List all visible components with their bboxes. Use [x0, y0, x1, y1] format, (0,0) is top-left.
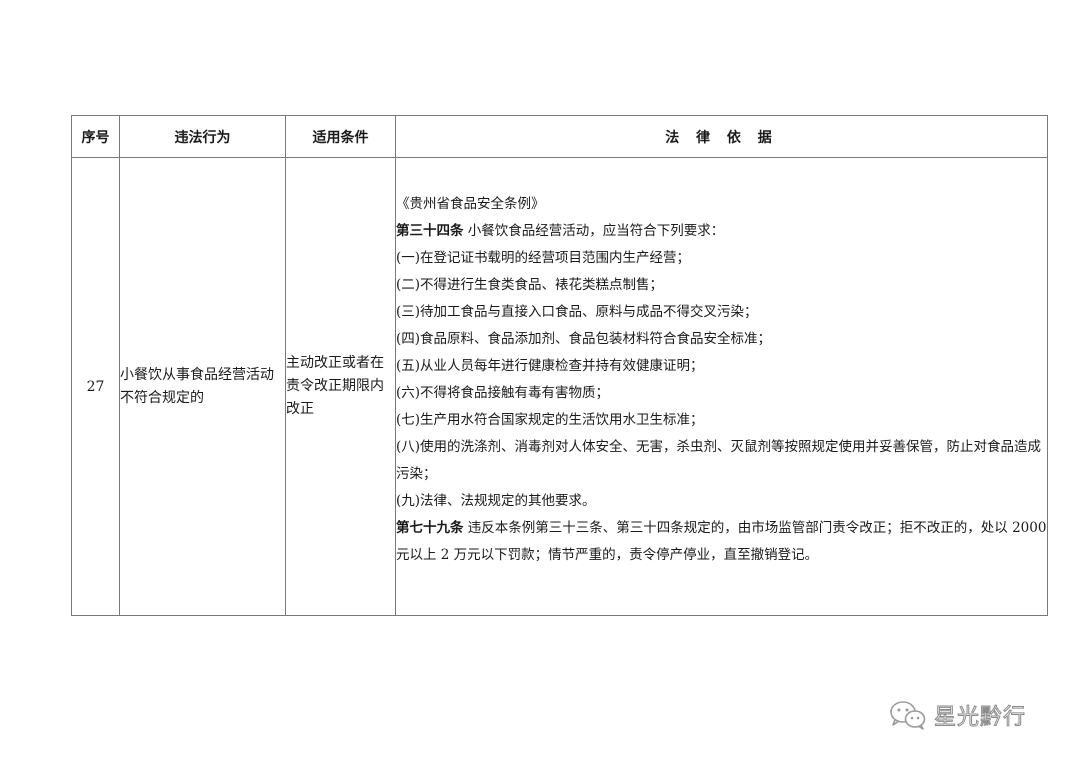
header-legal-basis: 法 律 依 据	[395, 115, 1048, 158]
article-34-title: 第三十四条	[396, 222, 464, 239]
requirement-item: (五)从业人员每年进行健康检查并持有效健康证明；	[396, 357, 704, 374]
row-violation: 小餐饮从事食品经营活动不符合规定的	[119, 157, 286, 616]
row-condition: 主动改正或者在责令改正期限内改正	[285, 157, 396, 616]
article-34-text: 小餐饮食品经营活动，应当符合下列要求：	[463, 222, 725, 239]
requirement-item: (三)待加工食品与直接入口食品、原料与成品不得交叉污染；	[396, 303, 758, 320]
requirement-item: (二)不得进行生食类食品、裱花类糕点制售；	[396, 276, 664, 293]
article-34: 第三十四条 小餐饮食品经营活动，应当符合下列要求：	[396, 218, 1047, 245]
requirement-item: (九)法律、法规规定的其他要求。	[396, 492, 596, 509]
watermark-text: 星光黔行	[933, 705, 1027, 731]
header-seq: 序号	[71, 115, 120, 158]
row-legal-basis: 《贵州省食品安全条例》 第三十四条 小餐饮食品经营活动，应当符合下列要求： (一…	[395, 157, 1048, 616]
header-violation: 违法行为	[119, 115, 286, 158]
table-header-row: 序号 违法行为 适用条件 法 律 依 据	[71, 115, 1048, 158]
requirement-item: (四)食品原料、食品添加剂、食品包装材料符合食品安全标准；	[396, 330, 772, 347]
requirement-item: (六)不得将食品接触有毒有害物质；	[396, 384, 610, 401]
requirement-item: (一)在登记证书载明的经营项目范围内生产经营；	[396, 249, 691, 266]
article-79-text: 违反本条例第三十三条、第三十四条规定的，由市场监管部门责令改正；拒不改正的，处以…	[396, 519, 1047, 563]
law-table: 序号 违法行为 适用条件 法 律 依 据 27 小餐饮从事食品经营活动不符合规定…	[71, 115, 1048, 616]
regulation-source: 《贵州省食品安全条例》	[396, 195, 545, 212]
requirement-item: (七)生产用水符合国家规定的生活饮用水卫生标准；	[396, 411, 704, 428]
wechat-icon	[890, 701, 926, 730]
watermark: 星光黔行	[888, 697, 1026, 733]
row-seq: 27	[71, 157, 120, 616]
table-row: 27 小餐饮从事食品经营活动不符合规定的 主动改正或者在责令改正期限内改正 《贵…	[71, 157, 1048, 616]
article-79: 第七十九条 违反本条例第三十三条、第三十四条规定的，由市场监管部门责令改正；拒不…	[396, 515, 1047, 569]
requirement-item: (八)使用的洗涤剂、消毒剂对人体安全、无害，杀虫剂、灭鼠剂等按照规定使用并妥善保…	[396, 438, 1042, 482]
header-condition: 适用条件	[285, 115, 396, 158]
article-79-title: 第七十九条	[396, 519, 464, 536]
